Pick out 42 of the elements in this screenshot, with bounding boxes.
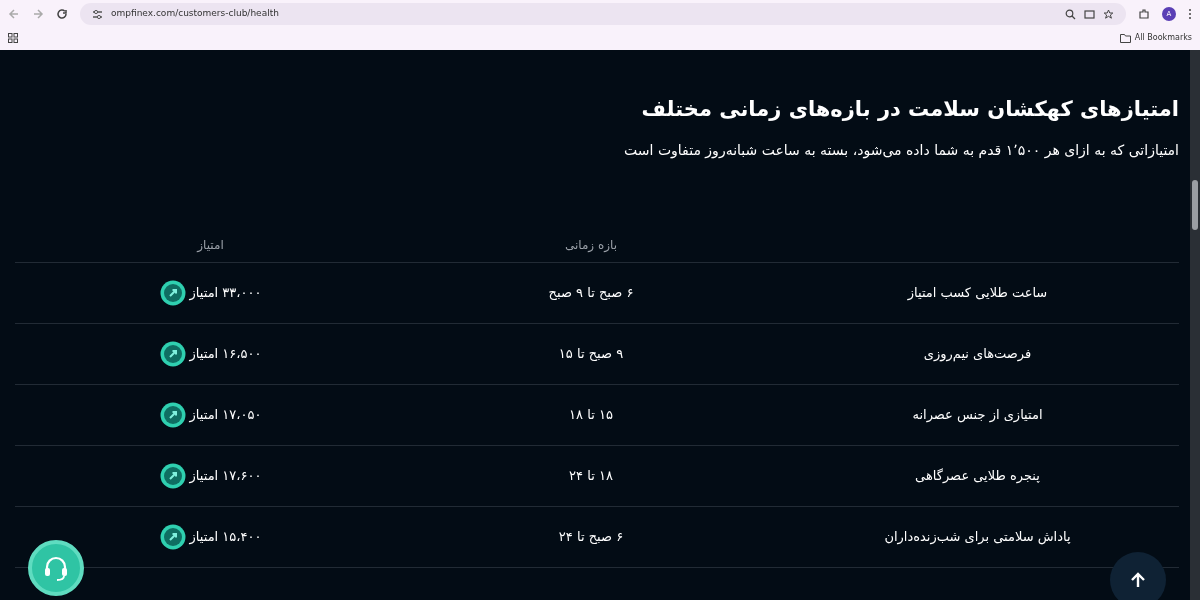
table-cell-text: ۹ صبح تا ۱۵ <box>557 345 625 364</box>
table-cell-text: پاداش سلامتی برای شب‌زنده‌داران <box>883 528 1072 547</box>
table-cell-text: پنجره طلایی عصرگاهی <box>914 467 1041 486</box>
page-heading: امتیازهای کهکشان سلامت در بازه‌های زمانی مختلف <box>640 96 1179 123</box>
table-cell-text: ۶ صبح تا ۹ صبح <box>547 284 635 303</box>
all-bookmarks-link[interactable]: All Bookmarks <box>1134 32 1192 44</box>
table-cell-text: ۱۵ تا ۱۸ <box>568 406 614 425</box>
url-text: ompfinex.com/customers-club/health <box>111 7 280 21</box>
folder-icon <box>1119 33 1131 43</box>
table-cell-text: ۱۷،۰۵۰ امتیاز <box>189 406 262 425</box>
page-subtitle: امتیازاتی که به ازای هر ۱٬۵۰۰ قدم به شما داده می‌شود، بسته به ساعت شبانه‌روز متفاوت است <box>623 141 1179 161</box>
table-cell-text: ۱۸ تا ۲۴ <box>568 467 614 486</box>
table-cell-text: امتیازی از جنس عصرانه <box>911 406 1044 425</box>
scrollbar[interactable] <box>1190 50 1200 600</box>
column-header: بازه زمانی <box>563 236 619 254</box>
extensions-icon[interactable] <box>1138 8 1150 20</box>
coin-icon <box>159 524 186 550</box>
scroll-to-top-button[interactable] <box>1110 552 1166 600</box>
column-header: امتیاز <box>195 236 225 254</box>
table-cell-text: ۱۷،۶۰۰ امتیاز <box>189 467 262 486</box>
scrollbar-thumb[interactable] <box>1192 180 1198 230</box>
coin-icon <box>159 402 186 428</box>
table-cell-text: ۱۵،۴۰۰ امتیاز <box>189 528 262 547</box>
up-arrow-icon <box>1129 571 1147 589</box>
coin-icon <box>159 463 186 489</box>
table-cell-text: ۶ صبح تا ۲۴ <box>557 528 625 547</box>
menu-icon[interactable] <box>1188 8 1192 20</box>
reload-icon[interactable] <box>56 8 68 20</box>
headset-icon <box>42 554 70 582</box>
coin-icon <box>159 280 186 306</box>
address-bar[interactable]: ompfinex.com/customers-club/health <box>80 3 1126 25</box>
table-cell-text: ۱۶،۵۰۰ امتیاز <box>189 345 262 364</box>
coin-icon <box>159 341 186 367</box>
install-icon[interactable] <box>1084 8 1095 20</box>
support-button[interactable] <box>28 540 84 596</box>
site-settings-icon[interactable] <box>92 8 103 20</box>
table-cell-text: ساعت طلایی کسب امتیاز <box>906 284 1049 303</box>
table-cell-text: ۳۳،۰۰۰ امتیاز <box>189 284 262 303</box>
zoom-icon[interactable] <box>1065 8 1076 20</box>
star-icon[interactable] <box>1103 8 1114 20</box>
apps-grid-icon[interactable] <box>8 33 18 43</box>
table-cell-text: فرصت‌های نیم‌روزی <box>922 345 1033 364</box>
